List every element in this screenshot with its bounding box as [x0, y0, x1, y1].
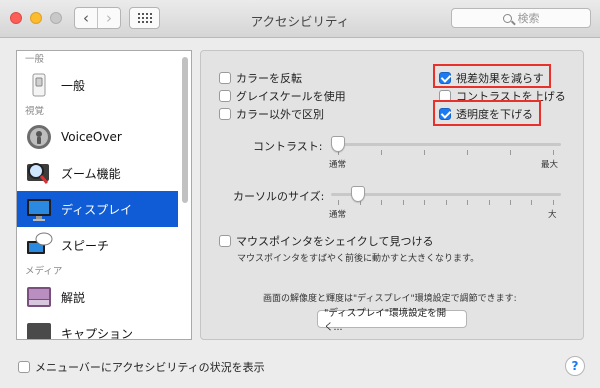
cursor-size-min-label: 通常	[329, 210, 347, 220]
shake-description: マウスポインタをすばやく前後に動かすと大きくなります。	[237, 254, 480, 264]
checkbox-box[interactable]	[219, 108, 231, 120]
sidebar-item-captions[interactable]: キャプション	[17, 315, 178, 340]
cursor-size-max-label: 大	[548, 210, 557, 220]
cursor-size-slider-knob[interactable]	[351, 186, 365, 202]
contrast-ticks	[331, 150, 561, 155]
cursor-size-ticks	[331, 200, 561, 205]
contrast-slider-knob[interactable]	[331, 136, 345, 152]
speech-icon	[27, 232, 53, 254]
invert-colors-checkbox[interactable]: カラーを反転	[219, 70, 302, 86]
checkbox-label: グレイスケールを使用	[236, 90, 346, 103]
title-bar: ‹ › アクセシビリティ 検索	[0, 0, 600, 38]
search-placeholder: 検索	[517, 12, 540, 25]
sidebar-item-label: ディスプレイ	[61, 202, 133, 217]
switch-icon	[32, 73, 46, 97]
zoom-icon	[27, 163, 49, 184]
sidebar-item-general[interactable]: 一般	[17, 67, 178, 103]
cursor-size-slider-track[interactable]	[331, 193, 561, 196]
sidebar-header-media: メディア	[25, 266, 63, 277]
sidebar-item-label: 解説	[61, 290, 86, 305]
contrast-min-label: 通常	[329, 160, 347, 170]
shake-to-locate-checkbox[interactable]: マウスポインタをシェイクして見つける	[219, 233, 433, 249]
search-icon	[502, 13, 512, 23]
cursor-size-label: カーソルのサイズ:	[233, 190, 325, 203]
sidebar-item-label: ズーム機能	[61, 166, 121, 181]
sidebar-item-label: 一般	[61, 78, 86, 93]
contrast-slider-track[interactable]	[331, 143, 561, 146]
checkbox-box[interactable]	[219, 72, 231, 84]
help-button[interactable]: ?	[565, 356, 585, 376]
sidebar-item-speech[interactable]: スピーチ	[17, 227, 178, 263]
checkbox-box[interactable]	[219, 235, 231, 247]
show-in-menubar-checkbox[interactable]: メニューバーにアクセシビリティの状況を表示	[18, 359, 265, 375]
contrast-max-label: 最大	[541, 160, 559, 170]
sidebar-item-zoom[interactable]: ズーム機能	[17, 155, 178, 191]
sidebar-item-display[interactable]: ディスプレイ	[17, 191, 178, 227]
sidebar-item-label: VoiceOver	[61, 130, 122, 144]
display-icon	[27, 199, 51, 221]
voiceover-icon	[27, 125, 51, 149]
sidebar-item-label: スピーチ	[61, 238, 110, 253]
captions-icon	[27, 323, 51, 339]
differentiate-without-color-checkbox[interactable]: カラー以外で区別	[219, 106, 324, 122]
sidebar-item-voiceover[interactable]: VoiceOver	[17, 119, 178, 155]
descriptions-icon	[27, 287, 51, 307]
checkbox-box[interactable]	[219, 90, 231, 102]
checkbox-label: カラー以外で区別	[236, 108, 324, 121]
grayscale-checkbox[interactable]: グレイスケールを使用	[219, 88, 346, 104]
highlight-box	[433, 100, 541, 126]
sidebar-item-descriptions[interactable]: 解説	[17, 279, 178, 315]
checkbox-label: カラーを反転	[236, 72, 302, 85]
sidebar-scrollbar[interactable]	[182, 57, 188, 203]
open-display-preferences-button[interactable]: "ディスプレイ"環境設定を開く...	[317, 308, 467, 333]
checkbox-label: マウスポインタをシェイクして見つける	[236, 235, 434, 248]
category-sidebar: 一般 一般 視覚 VoiceOver ズーム機能 ディスプレイ スピーチ メディ…	[16, 50, 192, 340]
checkbox-label: メニューバーにアクセシビリティの状況を表示	[35, 361, 265, 374]
search-field[interactable]: 検索	[451, 8, 591, 28]
sidebar-item-label: キャプション	[61, 326, 134, 340]
resolution-note: 画面の解像度と輝度は"ディスプレイ"環境設定で調節できます:	[263, 294, 517, 304]
checkbox-box[interactable]	[18, 361, 30, 373]
display-settings-panel: カラーを反転 グレイスケールを使用 カラー以外で区別 視差効果を減らす コントラ…	[200, 50, 584, 340]
sidebar-header-vision: 視覚	[25, 106, 45, 117]
sidebar-header-general: 一般	[25, 54, 45, 65]
contrast-label: コントラスト:	[253, 140, 323, 153]
highlight-box	[433, 64, 551, 88]
